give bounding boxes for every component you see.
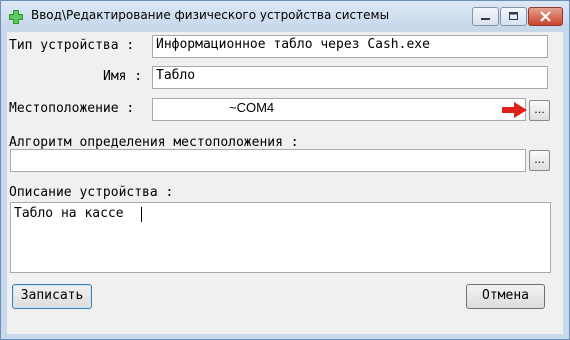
dialog-window: Ввод\Редактирование физического устройст… [0, 0, 570, 340]
save-button[interactable]: Записать [12, 284, 92, 309]
location-browse-button[interactable]: ... [529, 100, 550, 121]
description-value: Табло на кассе [14, 206, 124, 221]
close-icon [540, 11, 551, 22]
location-algorithm-label: Алгоритм определения местоположения : [9, 135, 299, 150]
minimize-button[interactable] [472, 7, 499, 26]
window-title: Ввод\Редактирование физического устройст… [31, 8, 390, 22]
form-body: Тип устройства : Информационное табло че… [7, 32, 563, 334]
description-textarea[interactable]: Табло на кассе [10, 202, 551, 273]
red-arrow-icon [502, 102, 527, 118]
location-label: Местоположение : [9, 101, 135, 116]
device-type-field[interactable]: Информационное табло через Cash.exe [152, 35, 548, 58]
location-value: ~COM4 [229, 100, 275, 115]
text-cursor [141, 207, 142, 222]
device-type-value: Информационное табло через Cash.exe [156, 37, 430, 52]
maximize-icon [509, 12, 518, 20]
location-algorithm-browse-button[interactable]: ... [529, 150, 550, 171]
description-label: Описание устройства : [9, 185, 174, 200]
app-cross-icon [9, 10, 23, 24]
name-value: Табло [156, 68, 196, 83]
location-field[interactable]: ~COM4 [152, 98, 526, 121]
close-button[interactable] [528, 7, 563, 26]
name-field[interactable]: Табло [152, 66, 548, 89]
name-label: Имя : [103, 69, 143, 84]
title-bar[interactable]: Ввод\Редактирование физического устройст… [1, 1, 569, 31]
minimize-icon [481, 18, 490, 20]
location-algorithm-field[interactable] [10, 149, 526, 172]
maximize-button[interactable] [500, 7, 527, 26]
device-type-label: Тип устройства : [9, 38, 135, 53]
cancel-button[interactable]: Отмена [466, 284, 545, 309]
